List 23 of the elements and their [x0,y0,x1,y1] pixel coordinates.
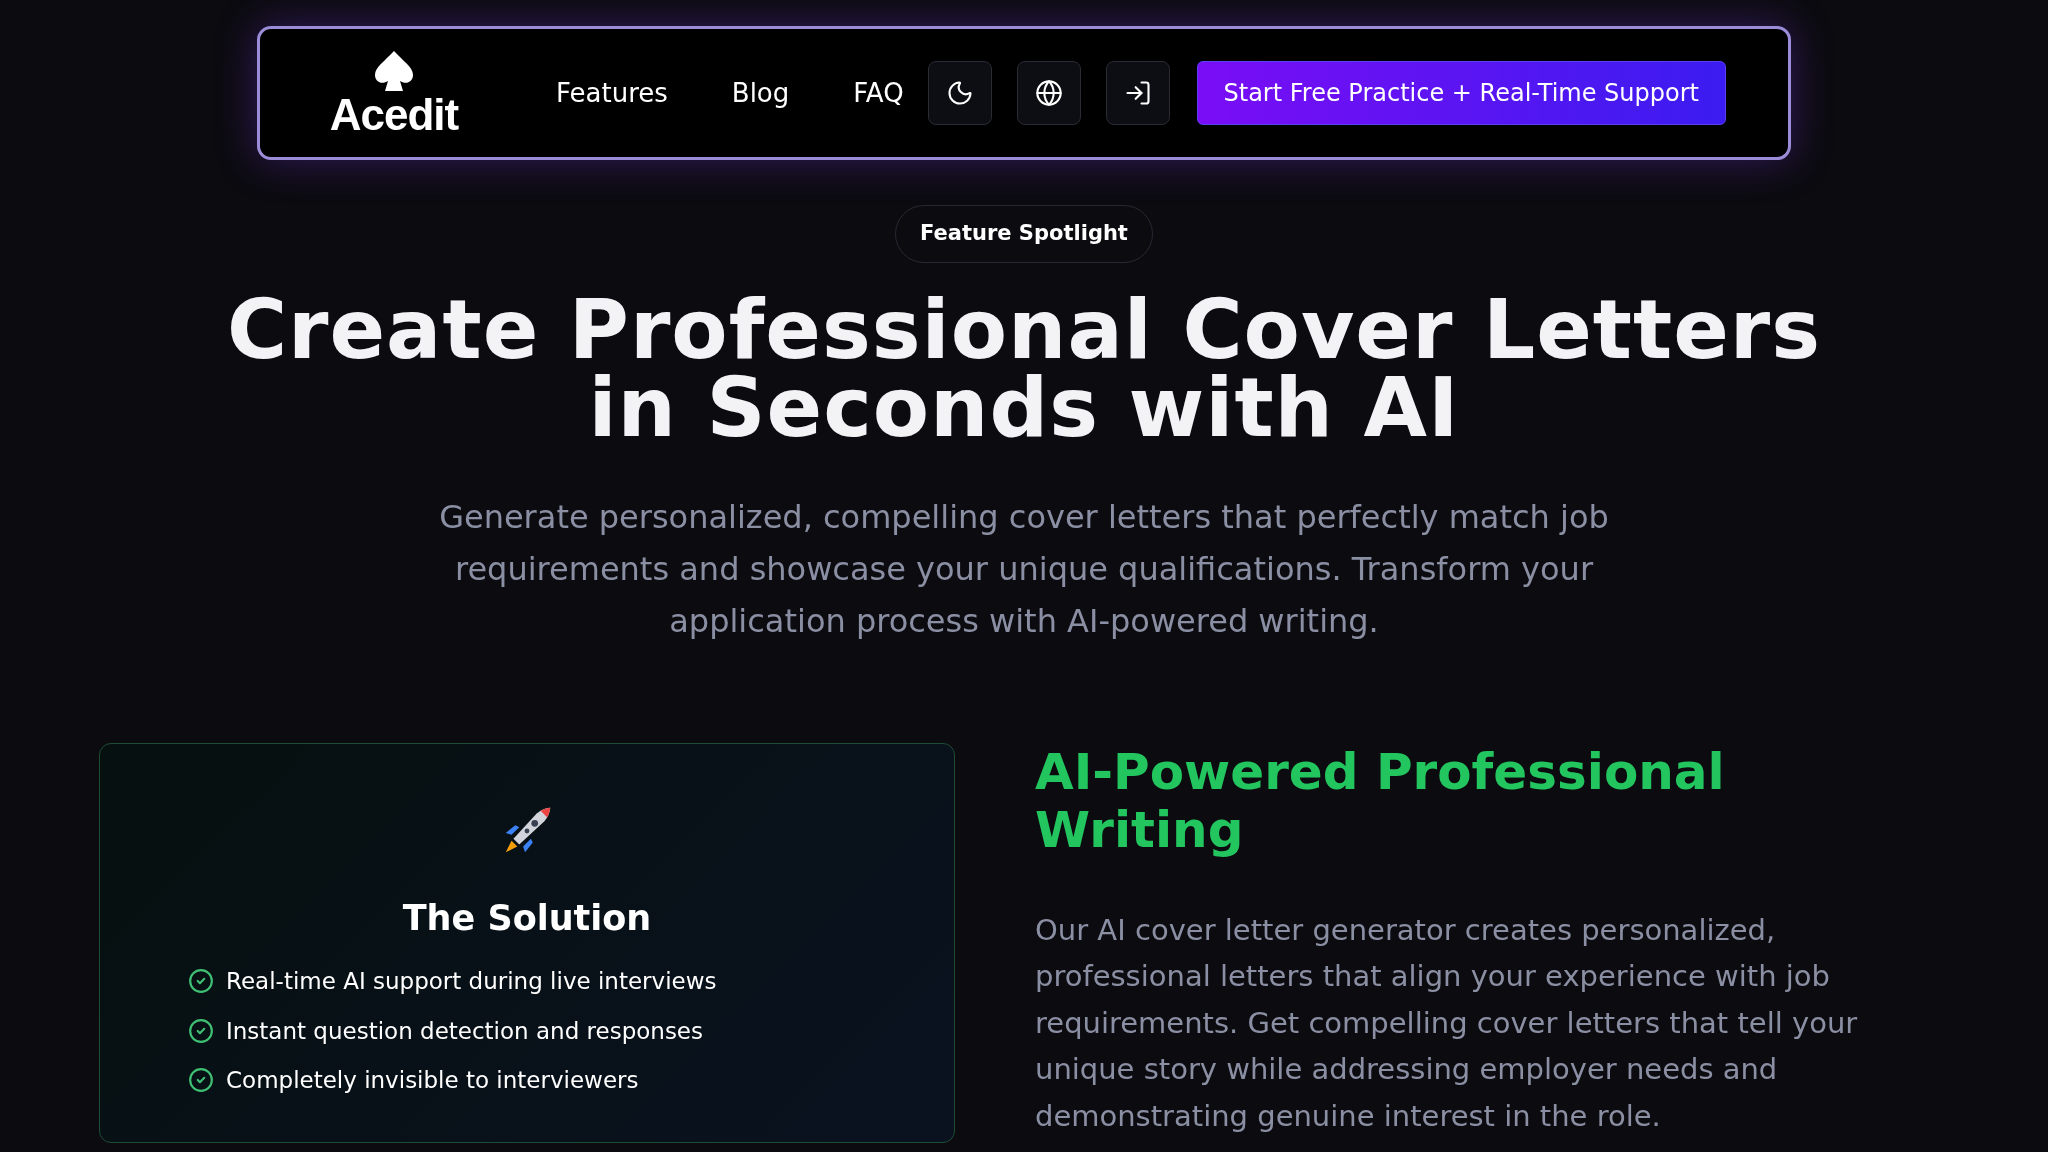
sign-in-button[interactable] [1105,61,1170,125]
moon-button[interactable] [927,61,992,125]
nav-link[interactable]: FAQ [853,73,904,113]
moon-icon [945,79,974,107]
globe-icon [1034,79,1063,107]
logo[interactable]: Acedit [322,49,466,137]
check-icon [188,1067,214,1094]
nav-link[interactable]: Blog [731,73,790,113]
cta-button[interactable]: Start Free Practice + Real-Time Support [1196,61,1726,125]
card-title: The Solution [402,896,652,940]
feature-description: Our AI cover letter generator creates personalized, professional letters that align your experience with job requirements. Get compelling cover letters that tell your unique story while addressing employer needs and demonstrating genuine interest in the role. [1035,911,1859,1135]
globe-button[interactable] [1016,61,1081,125]
feature-title: AI-Powered Professional Writing [1035,742,1726,859]
check-icon [188,968,214,995]
feature-item: Completely invisible to interviewers [226,1066,639,1095]
logo-text: Acedit [329,93,459,137]
feature-item: Real-time AI support during live interviews [226,967,717,996]
spade-icon [373,49,415,93]
feature-item: Instant question detection and responses [226,1016,703,1046]
hero-title: Create Professional Cover Letters in Seconds with AI [225,290,1823,447]
nav-link[interactable]: Features [556,73,668,113]
hero-subtitle: Generate personalized, compelling cover letters that perfectly match job requirements and showcase your unique qualifications. Transform your application process with AI-powered writing. [438,496,1610,642]
check-icon [188,1017,214,1044]
